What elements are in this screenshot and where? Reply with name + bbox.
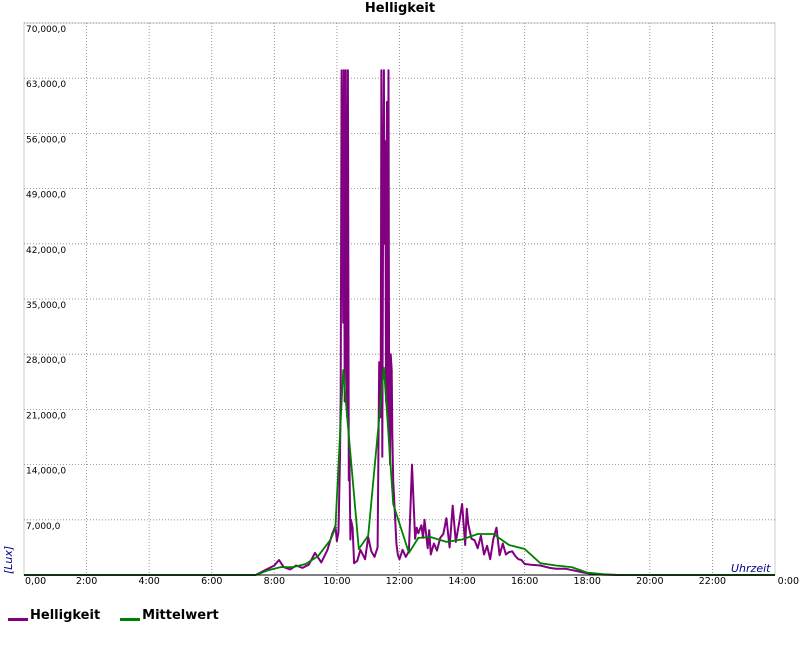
y-tick-label: 49,000,0 [26, 191, 66, 201]
legend-swatch-mittelwert [120, 618, 141, 621]
y-tick-label: 42,000,0 [26, 246, 66, 256]
y-tick-label: 35,000,0 [26, 301, 66, 311]
y-tick-label: 21,000,0 [26, 411, 66, 421]
y-tick-label: 28,000,0 [26, 356, 66, 366]
chart-title: Helligkeit [365, 1, 435, 16]
legend-swatch-helligkeit [8, 618, 28, 621]
legend-item-mittelwert: Mittelwert [120, 608, 219, 623]
x-tick-label: 14:00 [448, 576, 475, 587]
x-tick-label: 12:00 [386, 576, 413, 587]
y-tick-label: 56,000,0 [26, 135, 66, 145]
x-tick-label: 8:00 [264, 576, 285, 587]
x-axis-ticks: 0,00 2:00 4:00 6:00 8:00 10:00 12:00 14:00 16:00… [25, 576, 799, 587]
x-tick-label: 0:00 [778, 576, 799, 587]
y-tick-label: 14,000,0 [26, 467, 66, 477]
x-tick-label: 20:00 [636, 576, 663, 587]
x-tick-label: 22:00 [699, 576, 726, 587]
x-tick-label: 16:00 [511, 576, 538, 587]
x-tick-label: 10:00 [323, 576, 350, 587]
x-tick-label: 18:00 [574, 576, 601, 587]
y-axis-label: [Lux] [2, 546, 15, 574]
y-tick-label: 7,000,0 [26, 522, 61, 532]
x-tick-label: 4:00 [138, 576, 159, 587]
x-axis-label: Uhrzeit [731, 562, 771, 575]
x-tick-label: 0,00 [25, 576, 46, 587]
legend-item-helligkeit: Helligkeit [8, 608, 100, 623]
x-tick-label: 6:00 [201, 576, 222, 587]
y-tick-label: 70,000,0 [26, 25, 66, 35]
x-tick-label: 2:00 [76, 576, 97, 587]
legend-label-helligkeit: Helligkeit [30, 608, 101, 623]
legend: Helligkeit Mittelwert [8, 608, 219, 623]
y-tick-label: 63,000,0 [26, 80, 66, 90]
chart: Helligkeit 70,000,0 63,000,0 56,000,0 49,00… [2, 1, 799, 587]
legend-label-mittelwert: Mittelwert [142, 608, 219, 623]
